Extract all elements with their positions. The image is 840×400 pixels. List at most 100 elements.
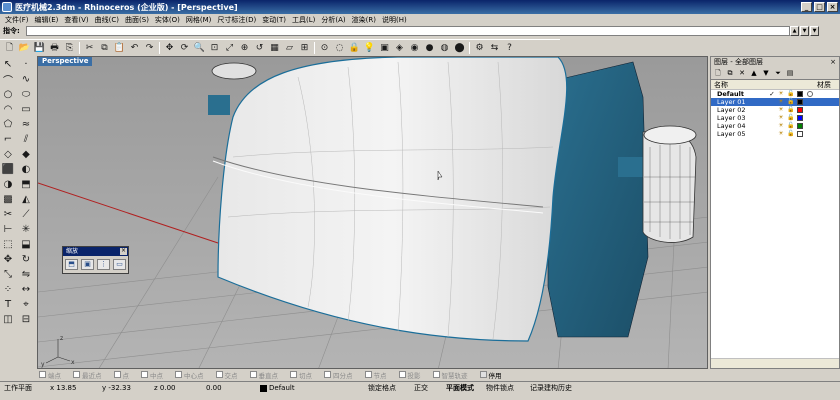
osnap-option[interactable]: 切点 bbox=[290, 370, 312, 380]
menu-help[interactable]: 说明(H) bbox=[379, 15, 410, 25]
osnap-option[interactable]: 点 bbox=[113, 370, 129, 380]
lightbulb-icon[interactable]: ☀ bbox=[777, 131, 785, 137]
checkbox-icon[interactable] bbox=[113, 371, 121, 378]
open-file-icon[interactable]: 📂 bbox=[18, 42, 31, 55]
new-layer-icon[interactable]: 🗋 bbox=[713, 68, 723, 78]
planar-toggle[interactable]: 平面模式 bbox=[442, 383, 482, 393]
layer-name[interactable]: Layer 03 bbox=[711, 114, 767, 122]
lightbulb-icon[interactable]: ☀ bbox=[777, 107, 785, 113]
osnap-option[interactable]: 垂直点 bbox=[249, 370, 278, 380]
perspective-viewport[interactable]: z y x Perspective bbox=[37, 56, 708, 369]
sphere-solid-icon[interactable]: ◐ bbox=[18, 162, 34, 176]
arc-icon[interactable]: ◠ bbox=[0, 102, 16, 116]
move-down-icon[interactable]: ▼ bbox=[761, 68, 771, 78]
rectangle-icon[interactable]: ▭ bbox=[18, 102, 34, 116]
zoom-selected-icon[interactable]: ▭ bbox=[113, 259, 126, 270]
help-icon[interactable]: ? bbox=[503, 42, 516, 55]
checkbox-icon[interactable] bbox=[39, 371, 46, 378]
split-icon[interactable]: ⟋ bbox=[18, 207, 34, 221]
cage-edit-icon[interactable]: ⊟ bbox=[18, 312, 34, 326]
checkbox-icon[interactable] bbox=[290, 371, 297, 378]
layer-scrollbar[interactable] bbox=[711, 358, 839, 368]
join-icon[interactable]: ⊢ bbox=[0, 222, 16, 236]
close-icon[interactable]: × bbox=[120, 248, 127, 255]
checkbox-icon[interactable] bbox=[141, 371, 148, 378]
layer-name[interactable]: Default bbox=[711, 90, 767, 98]
osnap-option[interactable]: 端点 bbox=[39, 370, 61, 380]
zoom-dynamic-icon[interactable]: ⋮ bbox=[97, 259, 110, 270]
offset-curve-icon[interactable]: ⫽ bbox=[18, 132, 34, 146]
checkbox-icon[interactable] bbox=[364, 371, 372, 378]
osnap-option[interactable]: 交点 bbox=[215, 370, 238, 380]
color-wheel-icon[interactable]: ◉ bbox=[408, 42, 421, 55]
lock-icon[interactable]: 🔒 bbox=[348, 42, 361, 55]
lightbulb-icon[interactable]: ☀ bbox=[777, 123, 785, 129]
lock-icon[interactable]: 🔓 bbox=[787, 114, 795, 122]
group-icon[interactable]: ⬚ bbox=[0, 237, 16, 251]
lock-icon[interactable]: 🔓 bbox=[787, 106, 795, 114]
layer-row[interactable]: Layer 02 ☀ 🔓 bbox=[711, 106, 839, 114]
osnap-option[interactable]: 四分点 bbox=[324, 370, 353, 380]
extrude-icon[interactable]: ⬒ bbox=[18, 177, 34, 191]
close-button[interactable]: × bbox=[827, 2, 838, 12]
render-preview-icon[interactable]: ◍ bbox=[438, 42, 451, 55]
ellipse-icon[interactable]: ⬭ bbox=[18, 87, 34, 101]
command-input[interactable] bbox=[26, 26, 790, 36]
polyline-icon[interactable]: ⌒ bbox=[0, 72, 16, 87]
menu-edit[interactable]: 编辑(E) bbox=[32, 15, 62, 25]
zoom-extents-all-icon[interactable]: ⬒ bbox=[65, 259, 78, 270]
filter-icon[interactable]: ⏷ bbox=[773, 68, 783, 78]
lock-icon[interactable]: 🔓 bbox=[787, 122, 795, 130]
layer-row[interactable]: Default ✓ ☀ 🔓 bbox=[711, 90, 839, 98]
close-icon[interactable]: × bbox=[830, 57, 836, 67]
zoom-window-icon[interactable]: ⊡ bbox=[208, 42, 221, 55]
lightbulb-icon[interactable]: ☀ bbox=[777, 115, 785, 121]
scroll-up-icon[interactable]: ▲ bbox=[790, 26, 799, 36]
checkbox-icon[interactable] bbox=[175, 371, 182, 378]
new-file-icon[interactable]: 🗋 bbox=[3, 42, 16, 55]
menu-curve[interactable]: 曲线(C) bbox=[92, 15, 122, 25]
layer-name[interactable]: Layer 02 bbox=[711, 106, 767, 114]
layer-options-icon[interactable]: ▤ bbox=[785, 68, 795, 78]
osnap-option[interactable]: 停用 bbox=[479, 370, 502, 380]
menu-view[interactable]: 查看(V) bbox=[61, 15, 91, 25]
viewport-title[interactable]: Perspective bbox=[38, 57, 93, 66]
zoom-toolbar[interactable]: 缩放 × ⬒ ▣ ⋮ ▭ bbox=[62, 246, 129, 274]
model-canvas[interactable]: z y x bbox=[38, 57, 708, 369]
select-icon[interactable]: ⊙ bbox=[318, 42, 331, 55]
point-icon[interactable]: · bbox=[18, 57, 34, 71]
osnap-toggle[interactable]: 物件锁点 bbox=[482, 383, 526, 393]
osnap-option[interactable]: 最近点 bbox=[73, 370, 102, 380]
ortho-toggle[interactable]: 正交 bbox=[410, 383, 442, 393]
menu-file[interactable]: 文件(F) bbox=[2, 15, 32, 25]
osnap-option[interactable]: 智慧轨迹 bbox=[432, 370, 468, 380]
options-icon[interactable]: ⚙ bbox=[473, 42, 486, 55]
curve-icon[interactable]: ∿ bbox=[18, 72, 34, 86]
menu-surface[interactable]: 曲面(S) bbox=[122, 15, 152, 25]
new-sublayer-icon[interactable]: ⧉ bbox=[725, 68, 735, 78]
free-curve-icon[interactable]: ≈ bbox=[18, 117, 34, 131]
four-viewports-icon[interactable]: ▦ bbox=[268, 42, 281, 55]
checkbox-icon[interactable] bbox=[432, 371, 440, 378]
status-layer[interactable]: Default bbox=[256, 384, 364, 392]
layer-color-swatch[interactable] bbox=[797, 115, 803, 121]
checkbox-icon[interactable] bbox=[479, 371, 487, 378]
menu-transform[interactable]: 变动(T) bbox=[259, 15, 289, 25]
save-icon[interactable]: 💾 bbox=[33, 42, 46, 55]
checkbox-icon[interactable] bbox=[73, 371, 80, 378]
osnap-option[interactable]: 投影 bbox=[398, 370, 421, 380]
scroll-end-icon[interactable]: ▼ bbox=[810, 26, 819, 36]
analyze-icon[interactable]: ⌖ bbox=[18, 297, 34, 311]
transform-icon[interactable]: ⇆ bbox=[488, 42, 501, 55]
dimension-icon[interactable]: ↔ bbox=[18, 282, 34, 296]
fillet-edge-icon[interactable]: ◭ bbox=[18, 192, 34, 206]
delete-layer-icon[interactable]: ✕ bbox=[737, 68, 747, 78]
properties-icon[interactable]: ◈ bbox=[393, 42, 406, 55]
cplane-icon[interactable]: ▱ bbox=[283, 42, 296, 55]
mesh-icon[interactable]: ▩ bbox=[0, 192, 16, 206]
lock-icon[interactable]: 🔓 bbox=[787, 130, 795, 138]
layer-icon[interactable]: ▣ bbox=[378, 42, 391, 55]
checkbox-icon[interactable] bbox=[324, 371, 331, 378]
render-mesh-icon[interactable]: ◫ bbox=[0, 312, 16, 326]
paste-icon[interactable]: 📋 bbox=[113, 42, 126, 55]
